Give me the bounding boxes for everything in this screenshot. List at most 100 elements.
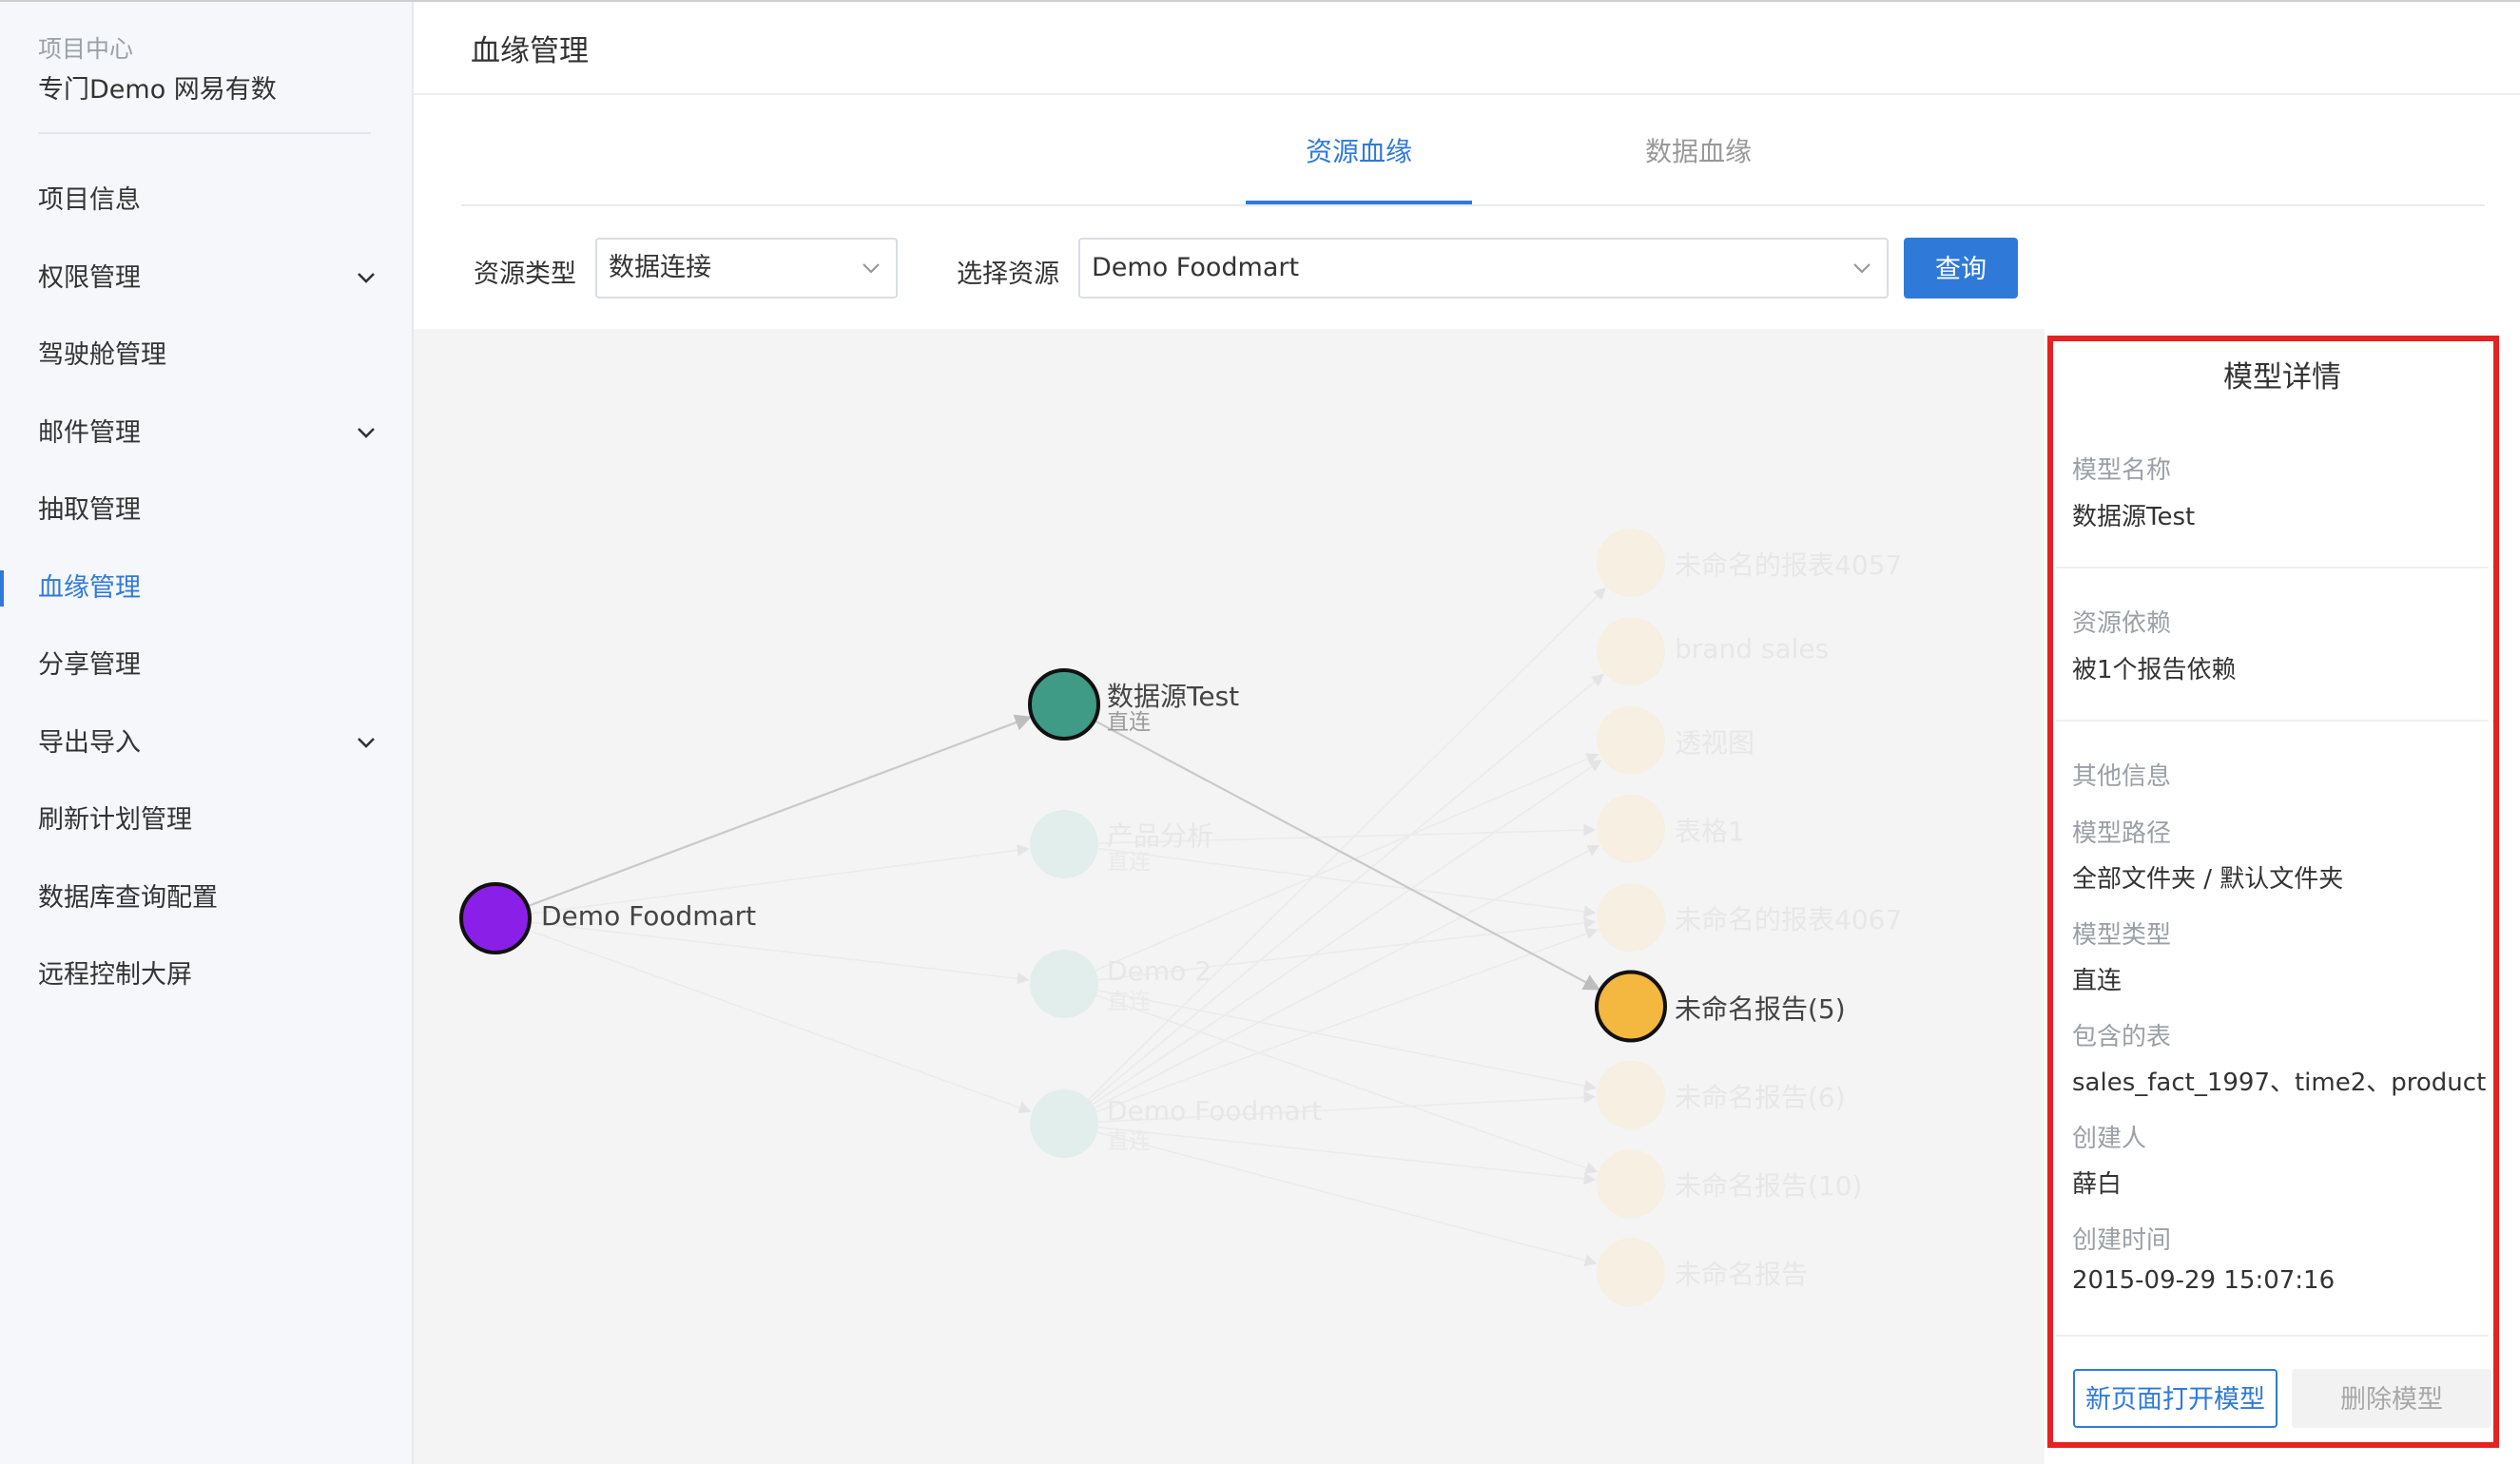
tables-label: 包含的表 bbox=[2072, 1023, 2172, 1051]
lineage-edge bbox=[1090, 673, 1604, 1103]
report-node[interactable] bbox=[1597, 794, 1665, 863]
tables-value: sales_fact_1997、time2、product bbox=[2072, 1069, 2487, 1097]
select-resource-label: 选择资源 bbox=[957, 260, 1059, 289]
resource-type-value: 数据连接 bbox=[609, 253, 711, 282]
created-time-value: 2015-09-29 15:07:16 bbox=[2072, 1266, 2336, 1295]
sidebar-item[interactable]: 分享管理 bbox=[0, 626, 414, 704]
lineage-graph bbox=[459, 529, 1667, 1307]
report-node[interactable] bbox=[1597, 617, 1665, 686]
sidebar-item-label: 权限管理 bbox=[38, 262, 141, 293]
select-resource-select[interactable]: Demo Foodmart bbox=[1078, 238, 1889, 299]
chevron-down-icon bbox=[863, 263, 880, 274]
report-node-label: 未命名报告 bbox=[1675, 1259, 1809, 1291]
tab-resource-lineage[interactable]: 资源血缘 bbox=[1306, 131, 1412, 169]
sidebar-item[interactable]: 血缘管理 bbox=[0, 549, 414, 627]
details-divider bbox=[2056, 567, 2489, 568]
sidebar-menu: 项目信息权限管理驾驶舱管理邮件管理抽取管理血缘管理分享管理导出导入刷新计划管理数… bbox=[0, 162, 414, 1014]
report-node-label: brand sales bbox=[1675, 633, 1830, 665]
sidebar-item[interactable]: 项目信息 bbox=[0, 162, 414, 240]
report-node-label: 透视图 bbox=[1675, 726, 1755, 759]
model-node-sub: 直连 bbox=[1107, 710, 1151, 735]
sidebar-item[interactable]: 权限管理 bbox=[0, 240, 414, 318]
lineage-edge bbox=[1092, 760, 1602, 1106]
sidebar-item[interactable]: 驾驶舱管理 bbox=[0, 317, 414, 395]
model-path-label: 模型路径 bbox=[2072, 819, 2172, 848]
source-node[interactable] bbox=[459, 882, 532, 954]
sidebar-item[interactable]: 导出导入 bbox=[0, 704, 414, 782]
model-node[interactable] bbox=[1030, 1089, 1098, 1158]
tabs-baseline bbox=[461, 204, 2485, 206]
report-node[interactable] bbox=[1597, 705, 1665, 775]
report-node[interactable] bbox=[1595, 970, 1667, 1043]
sidebar-item-label: 数据库查询配置 bbox=[38, 882, 218, 913]
chevron-down-icon bbox=[1853, 263, 1871, 274]
lineage-edge bbox=[527, 714, 1033, 908]
header-divider bbox=[414, 93, 2520, 95]
lineage-edge bbox=[1095, 753, 1599, 972]
sidebar-item-label: 分享管理 bbox=[38, 650, 141, 680]
tab-data-lineage[interactable]: 数据血缘 bbox=[1645, 131, 1752, 169]
sidebar-item[interactable]: 刷新计划管理 bbox=[0, 781, 414, 859]
model-node[interactable] bbox=[1030, 810, 1098, 878]
sidebar-item-label: 邮件管理 bbox=[38, 417, 141, 448]
sidebar-item-label: 项目信息 bbox=[38, 185, 141, 215]
model-node[interactable] bbox=[1028, 668, 1100, 741]
sidebar-item-label: 导出导入 bbox=[38, 727, 141, 758]
creator-value: 薛白 bbox=[2072, 1170, 2123, 1199]
report-node[interactable] bbox=[1597, 1149, 1665, 1219]
model-name-value: 数据源Test bbox=[2072, 503, 2196, 531]
lineage-edge bbox=[1096, 1131, 1598, 1267]
model-type-label: 模型类型 bbox=[2072, 921, 2172, 950]
sidebar-item[interactable]: 数据库查询配置 bbox=[0, 859, 414, 937]
report-node-label: 表格1 bbox=[1675, 815, 1745, 847]
model-node-sub: 直连 bbox=[1107, 1129, 1151, 1154]
open-model-new-page-button[interactable]: 新页面打开模型 bbox=[2073, 1369, 2278, 1428]
other-info-label: 其他信息 bbox=[2072, 762, 2172, 791]
source-node-label: Demo Foodmart bbox=[541, 900, 757, 932]
resource-type-label: 资源类型 bbox=[474, 260, 576, 289]
project-caption: 项目中心 bbox=[38, 35, 134, 63]
report-node[interactable] bbox=[1597, 1060, 1665, 1129]
lineage-edge bbox=[1097, 990, 1597, 1092]
sidebar-item[interactable]: 抽取管理 bbox=[0, 472, 414, 549]
chevron-down-icon[interactable] bbox=[355, 423, 378, 442]
report-node-label: 未命名的报表4057 bbox=[1675, 549, 1903, 581]
model-node-sub: 直连 bbox=[1107, 990, 1151, 1014]
report-node[interactable] bbox=[1597, 529, 1665, 597]
query-button[interactable]: 查询 bbox=[1904, 238, 2018, 299]
model-path-value: 全部文件夹 / 默认文件夹 bbox=[2072, 865, 2344, 894]
chevron-down-icon[interactable] bbox=[355, 268, 378, 287]
page-title: 血缘管理 bbox=[471, 34, 589, 68]
creator-label: 创建人 bbox=[2072, 1125, 2147, 1153]
sidebar-item-label: 刷新计划管理 bbox=[38, 805, 192, 835]
details-divider bbox=[2056, 720, 2489, 722]
active-tab-indicator bbox=[1246, 201, 1472, 204]
resource-type-select[interactable]: 数据连接 bbox=[595, 238, 898, 299]
lineage-edge bbox=[1097, 847, 1597, 918]
lineage-edge bbox=[1094, 719, 1601, 991]
project-name[interactable]: 专门Demo 网易有数 bbox=[38, 68, 277, 106]
model-details-panel: 模型详情 模型名称 数据源Test 资源依赖 被1个报告依赖 其他信息 模型路径… bbox=[2045, 329, 2520, 1464]
model-node[interactable] bbox=[1030, 950, 1098, 1018]
lineage-edge bbox=[1097, 1126, 1597, 1185]
chevron-down-icon[interactable] bbox=[355, 733, 378, 752]
report-node-label: 未命名报告(6) bbox=[1675, 1081, 1846, 1113]
sidebar-item-label: 抽取管理 bbox=[38, 495, 141, 525]
report-node[interactable] bbox=[1597, 883, 1665, 953]
sidebar-item-label: 血缘管理 bbox=[38, 572, 141, 603]
report-node[interactable] bbox=[1597, 1238, 1665, 1307]
model-name-label: 模型名称 bbox=[2072, 456, 2172, 485]
lineage-edge bbox=[527, 929, 1032, 1114]
sidebar-item-label: 驾驶舱管理 bbox=[38, 340, 166, 370]
delete-model-button[interactable]: 删除模型 bbox=[2292, 1369, 2491, 1428]
sidebar-item[interactable]: 邮件管理 bbox=[0, 395, 414, 472]
sidebar-item-label: 远程控制大屏 bbox=[38, 960, 192, 990]
report-node-label: 未命名报告(5) bbox=[1675, 992, 1846, 1025]
sidebar-divider bbox=[38, 132, 371, 134]
select-resource-value: Demo Foodmart bbox=[1092, 253, 1300, 282]
model-node-sub: 直连 bbox=[1107, 850, 1151, 875]
details-divider bbox=[2056, 1335, 2489, 1337]
lineage-graph-canvas[interactable]: Demo Foodmart 数据源Test 直连 产品分析 直连 Demo 2 直连 Demo… bbox=[414, 329, 2045, 1464]
report-node-label: 未命名报告(10) bbox=[1675, 1170, 1863, 1203]
sidebar-item[interactable]: 远程控制大屏 bbox=[0, 936, 414, 1014]
